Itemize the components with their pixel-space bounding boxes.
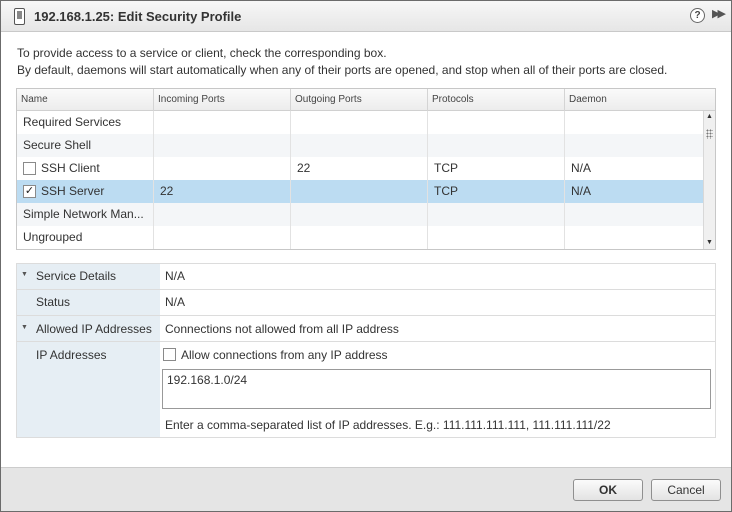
cell-outgoing xyxy=(291,180,428,203)
dialog-footer: OK Cancel xyxy=(1,467,731,511)
cell-name: Simple Network Man... xyxy=(17,203,154,226)
column-header-name[interactable]: Name xyxy=(17,89,154,111)
scroll-grip-icon[interactable] xyxy=(706,129,713,139)
cell-outgoing xyxy=(291,111,428,134)
cell-incoming: 22 xyxy=(154,180,291,203)
table-row[interactable]: Secure Shell xyxy=(17,134,703,157)
status-label: Status xyxy=(36,295,71,309)
service-details-toggle[interactable]: Service Details xyxy=(21,269,116,283)
cell-name-label: SSH Client xyxy=(41,161,100,175)
table-row-ssh-server[interactable]: ✓ SSH Server 22 TCP N/A xyxy=(17,180,703,203)
divider xyxy=(17,315,715,316)
cell-protocols xyxy=(428,111,565,134)
dialog-title: 192.168.1.25: Edit Security Profile xyxy=(34,9,242,24)
cell-outgoing xyxy=(291,134,428,157)
table-body: Required Services Secure Shell SSH Clien… xyxy=(17,111,703,249)
cell-protocols: TCP xyxy=(428,157,565,180)
cell-daemon xyxy=(565,111,703,134)
ip-hint-text: Enter a comma-separated list of IP addre… xyxy=(165,418,611,432)
ssh-server-checkbox[interactable]: ✓ xyxy=(23,185,36,198)
table-row-ssh-client[interactable]: SSH Client 22 TCP N/A xyxy=(17,157,703,180)
intro-line-2: By default, daemons will start automatic… xyxy=(17,63,668,77)
cell-outgoing xyxy=(291,203,428,226)
cell-name: ✓ SSH Server xyxy=(17,180,154,203)
cell-name: Ungrouped xyxy=(17,226,154,249)
cancel-button[interactable]: Cancel xyxy=(651,479,721,501)
service-details-value: N/A xyxy=(165,269,186,283)
cell-daemon xyxy=(565,226,703,249)
table-row[interactable]: Ungrouped xyxy=(17,226,703,249)
cell-incoming xyxy=(154,134,291,157)
host-icon xyxy=(14,8,25,25)
table-row[interactable]: Required Services xyxy=(17,111,703,134)
cell-incoming xyxy=(154,203,291,226)
allowed-ip-value: Connections not allowed from all IP addr… xyxy=(165,322,399,336)
table-scrollbar[interactable]: ▲ ▼ xyxy=(703,111,715,249)
column-header-outgoing-ports[interactable]: Outgoing Ports xyxy=(291,89,428,111)
cell-incoming xyxy=(154,226,291,249)
table-row[interactable]: Simple Network Man... xyxy=(17,203,703,226)
cell-daemon: N/A xyxy=(571,161,592,175)
edit-security-profile-dialog: 192.168.1.25: Edit Security Profile ? ▶▶… xyxy=(0,0,732,512)
intro-text: To provide access to a service or client… xyxy=(17,45,667,79)
cell-name: Required Services xyxy=(17,111,154,134)
cell-outgoing xyxy=(291,226,428,249)
ok-button[interactable]: OK xyxy=(573,479,643,501)
help-icon[interactable]: ? xyxy=(690,8,705,23)
cell-protocols xyxy=(428,134,565,157)
services-table: Name Incoming Ports Outgoing Ports Proto… xyxy=(16,88,716,250)
details-panel: Service Details N/A Status N/A Allowed I… xyxy=(16,263,716,438)
cell-protocols: TCP xyxy=(428,180,565,203)
allow-any-ip-checkbox[interactable] xyxy=(163,348,176,361)
column-header-protocols[interactable]: Protocols xyxy=(428,89,565,111)
allowed-ip-toggle[interactable]: Allowed IP Addresses xyxy=(21,322,152,336)
ssh-client-checkbox[interactable] xyxy=(23,162,36,175)
column-header-incoming-ports[interactable]: Incoming Ports xyxy=(154,89,291,111)
divider xyxy=(17,289,715,290)
cell-protocols xyxy=(428,226,565,249)
column-header-daemon[interactable]: Daemon xyxy=(565,89,715,111)
cell-incoming xyxy=(154,157,291,180)
cell-name-label: SSH Server xyxy=(41,184,105,198)
cell-incoming xyxy=(154,111,291,134)
cell-daemon: N/A xyxy=(571,184,592,198)
table-header: Name Incoming Ports Outgoing Ports Proto… xyxy=(17,89,715,111)
ip-addresses-label: IP Addresses xyxy=(36,348,107,362)
ip-list-input[interactable]: 192.168.1.0/24 xyxy=(162,369,711,409)
cell-protocols xyxy=(428,203,565,226)
cell-outgoing: 22 xyxy=(291,157,428,180)
cell-daemon xyxy=(565,134,703,157)
divider xyxy=(17,341,715,342)
expand-icon[interactable]: ▶▶ xyxy=(712,7,726,20)
scroll-down-icon[interactable]: ▼ xyxy=(704,237,715,249)
cell-name: Secure Shell xyxy=(17,134,154,157)
status-value: N/A xyxy=(165,295,186,309)
cell-name: SSH Client xyxy=(17,157,154,180)
allow-any-ip-label[interactable]: Allow connections from any IP address xyxy=(181,348,388,362)
title-bar: 192.168.1.25: Edit Security Profile ? ▶▶ xyxy=(1,1,731,32)
scroll-up-icon[interactable]: ▲ xyxy=(704,111,715,123)
intro-line-1: To provide access to a service or client… xyxy=(17,46,387,60)
cell-daemon xyxy=(565,203,703,226)
